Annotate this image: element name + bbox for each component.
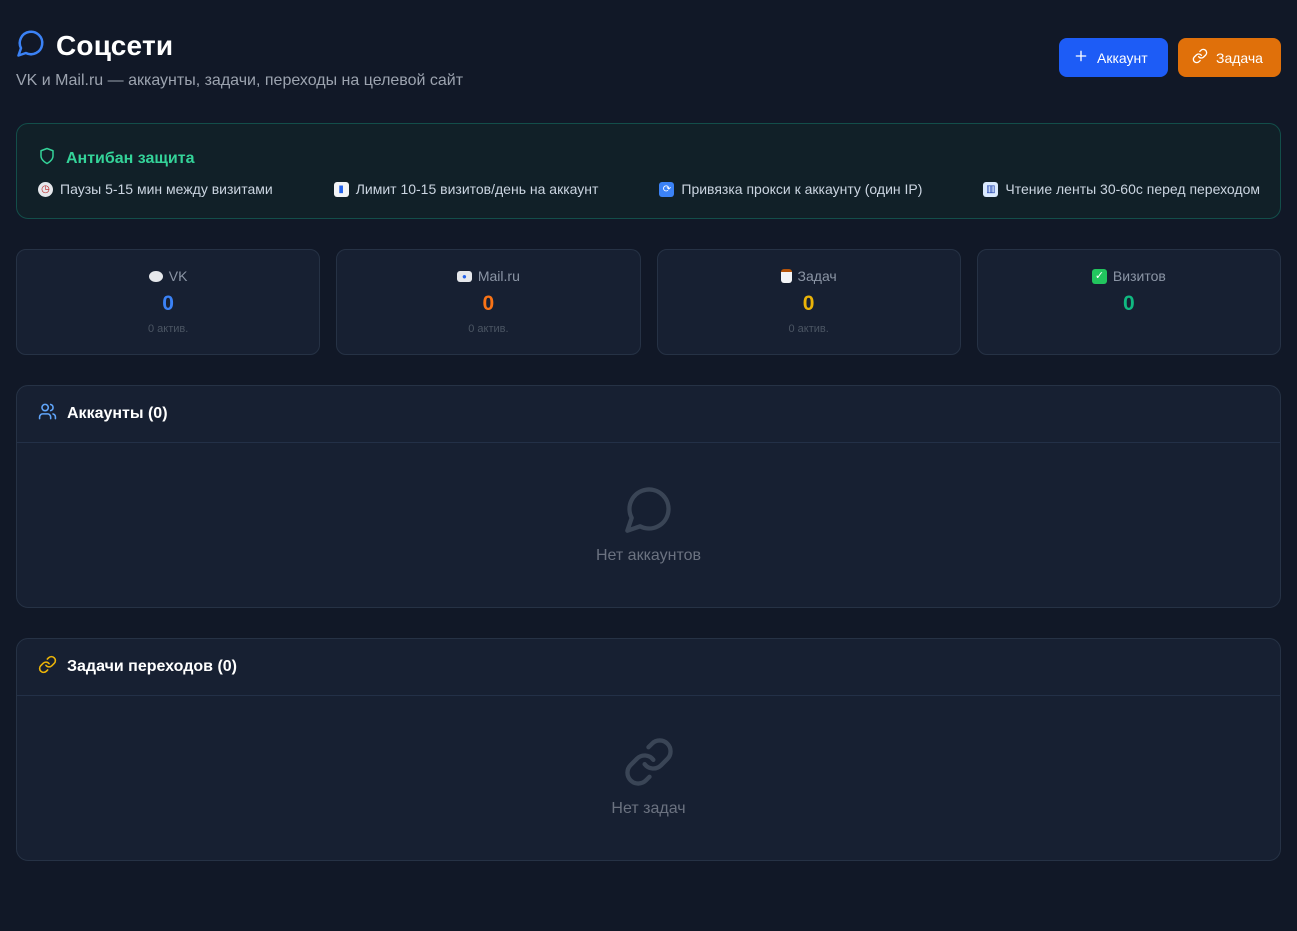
antiban-item-text: Лимит 10-15 визитов/день на аккаунт [355,181,599,197]
stat-value: 0 [482,292,495,315]
stat-label-text: VK [168,268,188,284]
stat-sub: 0 актив. [147,323,189,335]
accounts-empty-text: Нет аккаунтов [595,547,702,564]
stat-label: ● Mail.ru [337,268,639,284]
stat-label-text: Задач [797,268,837,284]
antiban-title: Антибан защита [66,149,195,167]
shield-icon [38,147,56,170]
stat-label: ✓ Визитов [978,268,1280,284]
antiban-item-text: Чтение ленты 30-60с перед переходом [1005,181,1260,197]
link-icon [38,655,57,679]
antiban-item: ▥ Чтение ленты 30-60с перед переходом [983,181,1260,197]
stat-value: 0 [802,292,815,315]
chart-icon: ▮ [333,181,349,197]
antiban-panel: Антибан защита ◷ Паузы 5-15 мин между ви… [16,123,1281,219]
link-icon [1192,48,1208,67]
title-row: Соцсети [16,28,173,63]
stat-card-visits: ✓ Визитов 0 [976,249,1281,355]
users-icon [38,402,57,426]
add-account-button[interactable]: Аккаунт [1059,38,1168,77]
antiban-item: ▮ Лимит 10-15 визитов/день на аккаунт [333,181,599,197]
tasks-empty-state: Нет задач [17,736,1280,817]
stat-label-text: Mail.ru [477,268,520,284]
stat-label-text: Визитов [1112,268,1166,284]
header: Соцсети VK и Mail.ru — аккаунты, задачи,… [16,0,1281,123]
stats-row: VK 0 0 актив. ● Mail.ru 0 0 актив. Задач… [16,249,1281,355]
chat-bubble-icon [17,483,1280,535]
stat-card-vk: VK 0 0 актив. [16,249,321,355]
plus-icon [1073,48,1089,67]
header-actions: Аккаунт Задача [1059,38,1281,77]
accounts-empty-state: Нет аккаунтов [17,483,1280,564]
antiban-item: ⟳ Привязка прокси к аккаунту (один IP) [659,181,922,197]
stat-value: 0 [162,292,174,315]
stat-label: Задач [658,268,960,284]
link-icon [17,736,1280,788]
speech-bubble-icon [148,270,163,282]
antiban-item-text: Привязка прокси к аккаунту (один IP) [681,181,923,197]
antiban-item: ◷ Паузы 5-15 мин между визитами [38,181,273,197]
stat-sub: 0 актив. [788,323,829,335]
accounts-panel-title: Аккаунты (0) [67,405,168,422]
add-task-button[interactable]: Задача [1178,38,1281,77]
tasks-empty-text: Нет задач [611,800,686,817]
accounts-panel-header: Аккаунты (0) [17,386,1280,443]
add-account-label: Аккаунт [1097,49,1148,66]
page-title: Соцсети [56,29,174,61]
tasks-panel: Задачи переходов (0) Нет задач [16,638,1281,861]
stat-label: VK [17,268,319,284]
book-icon: ▥ [983,181,999,197]
accounts-panel: Аккаунты (0) Нет аккаунтов [16,385,1281,608]
tasks-panel-title: Задачи переходов (0) [67,658,237,675]
clipboard-icon [780,269,792,283]
antiban-header: Антибан защита [38,147,195,170]
page-subtitle: VK и Mail.ru — аккаунты, задачи, переход… [16,72,464,89]
stat-card-tasks: Задач 0 0 актив. [656,249,961,355]
repeat-icon: ⟳ [659,181,675,197]
tasks-panel-header: Задачи переходов (0) [17,639,1280,696]
stat-card-mailru: ● Mail.ru 0 0 актив. [336,249,641,355]
envelope-icon: ● [456,270,472,282]
stat-value: 0 [1123,292,1135,315]
check-mark-icon: ✓ [1091,268,1107,284]
chat-bubble-icon [16,28,46,63]
antiban-item-text: Паузы 5-15 мин между визитами [60,181,273,197]
stat-sub: 0 актив. [468,323,509,335]
page: Соцсети VK и Mail.ru — аккаунты, задачи,… [0,0,1297,931]
antiban-list: ◷ Паузы 5-15 мин между визитами ▮ Лимит … [38,181,1260,197]
add-task-label: Задача [1216,49,1263,66]
clock-icon: ◷ [38,181,53,197]
